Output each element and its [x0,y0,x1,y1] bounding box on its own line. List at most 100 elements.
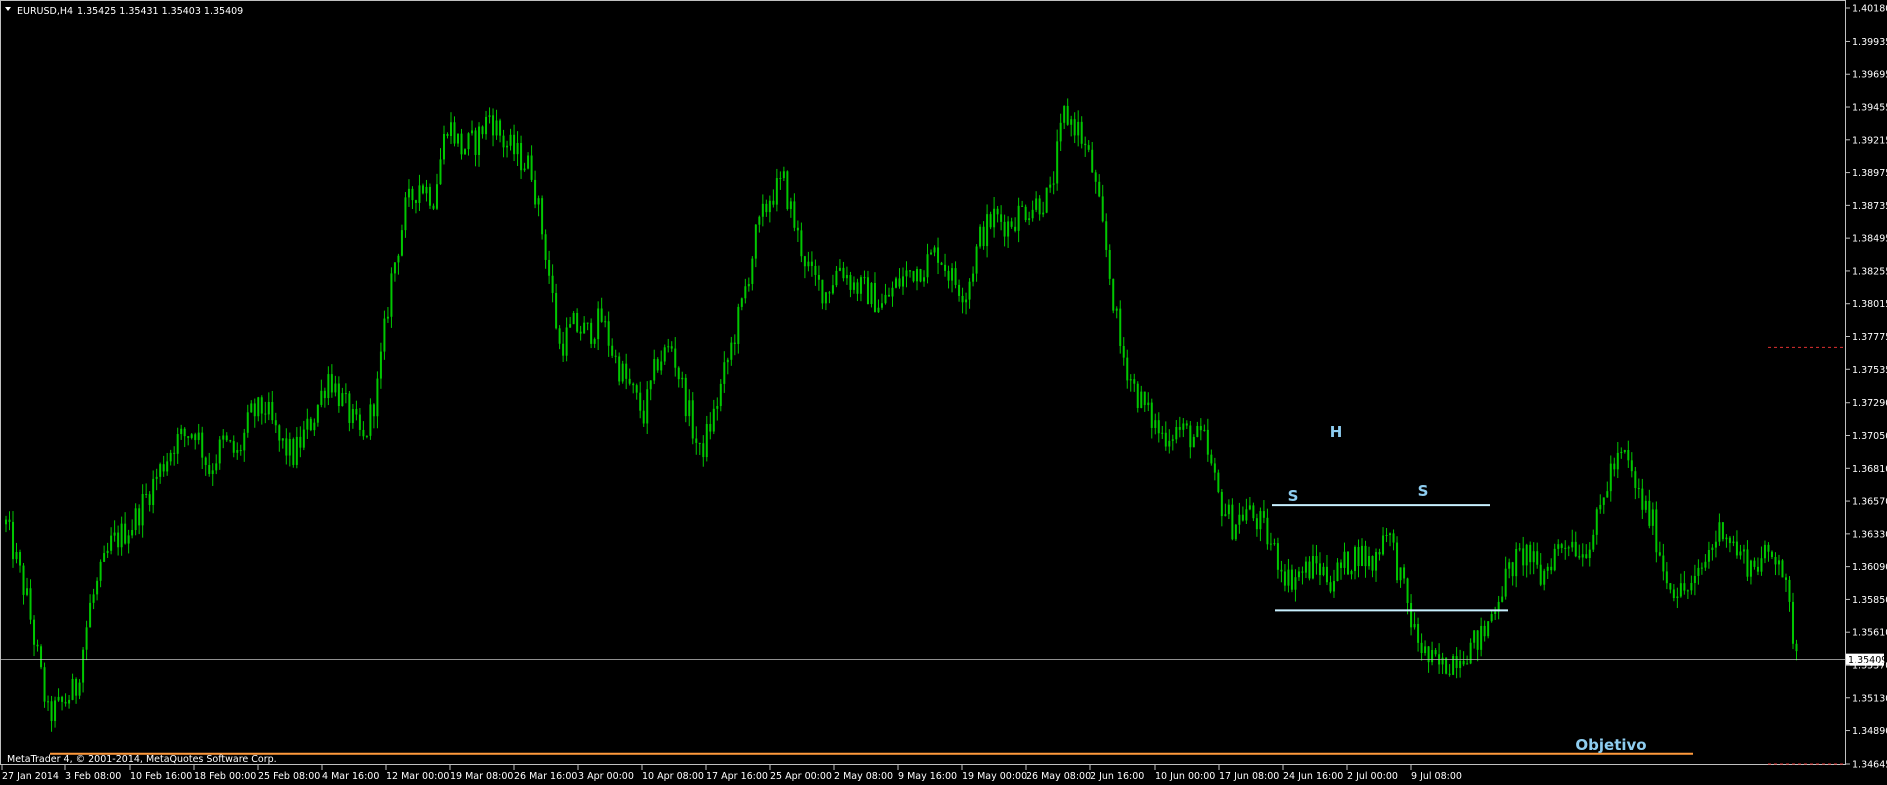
candle-body [1157,420,1160,434]
candle-body [1431,649,1434,663]
candle-body [607,321,610,346]
candle-body [681,377,684,380]
candle-body [208,465,211,474]
candle-body [1066,105,1069,125]
candle-body [138,508,141,526]
candle-body [1448,673,1451,675]
candle-body [719,383,722,407]
candle-body [57,696,60,701]
candle-body [1080,121,1083,144]
candle-body [390,273,393,317]
candle-body [1161,432,1164,434]
x-tick-label: 3 Feb 08:00 [65,771,121,782]
candle-body [337,383,340,407]
candle-body [979,226,982,247]
candle-body [523,168,526,171]
candle-body [471,130,474,134]
candle-body [621,363,624,382]
candle-body [800,230,803,257]
y-tick-label: 1.38255 [1852,266,1887,277]
candle-body [604,321,607,323]
candle-body [313,422,316,431]
candle-body [1077,121,1080,136]
candle-body [155,476,158,479]
x-tick-label: 12 Mar 00:00 [386,771,449,782]
candle-body [61,696,64,702]
candle-body [1522,548,1525,566]
candle-body [1424,646,1427,654]
x-tick-label: 17 Jun 08:00 [1219,771,1279,782]
candle-body [1283,571,1286,586]
candle-body [1038,198,1041,215]
candle-body [877,307,880,313]
candle-body [779,178,782,180]
candle-body [565,327,568,356]
candle-body [1403,567,1406,579]
candle-body [418,185,421,203]
x-tick-label: 10 Apr 08:00 [642,771,704,782]
candle-body [285,438,288,456]
candle-body [894,278,897,288]
candle-body [442,133,445,160]
candle-body [85,627,88,650]
candle-body [972,273,975,282]
candle-body [747,283,750,287]
candle-body [1318,563,1321,576]
candle-body [1529,544,1532,563]
candle-body [1749,560,1752,577]
candle-body [40,646,43,668]
candle-body [1536,551,1539,565]
candle-body [1718,522,1721,542]
candle-body [632,383,635,386]
candle-body [1501,596,1504,602]
candle-body [264,413,267,415]
candle-body [1525,544,1528,566]
candle-body [82,649,85,683]
price-chart[interactable]: 1.35409SHSObjetivo 1.401801.399351.39695… [0,0,1887,785]
candle-body [646,389,649,424]
candle-body [1462,660,1465,665]
candle-body [1781,560,1784,578]
candle-body [1056,141,1059,184]
candle-body [148,494,151,505]
candle-body [1273,543,1276,545]
y-tick-label: 1.35370 [1852,660,1887,671]
candle-body [239,450,242,452]
candle-body [1389,533,1392,536]
candle-body [1259,511,1262,530]
candle-body [1676,596,1679,599]
candle-body [1791,601,1794,644]
candle-body [1725,537,1728,540]
candle-body [835,270,838,286]
candle-body [1392,533,1395,543]
candle-body [1788,579,1791,602]
candle-body [460,133,463,155]
candle-body [1697,567,1700,576]
candle-body [1487,621,1490,637]
candle-body [639,392,642,411]
candle-body [656,359,659,371]
candle-body [355,408,358,415]
candle-body [1564,547,1567,549]
candle-body [551,275,554,293]
candle-body [428,186,431,206]
candle-body [1276,543,1279,570]
candle-body [1315,555,1318,564]
candle-body [1483,625,1486,637]
chart-header: EURUSD,H4 1.35425 1.35431 1.35403 1.3540… [5,6,243,17]
candle-body [1700,567,1703,569]
candle-body [344,393,347,395]
candle-body [1753,560,1756,567]
candle-body [8,519,11,522]
y-tick-label: 1.34890 [1852,726,1887,737]
candle-body [1795,643,1798,652]
candle-body [358,414,361,430]
candle-body [803,256,806,267]
candle-body [845,275,848,279]
candle-body [222,435,225,440]
candle-body [1490,614,1493,622]
candle-body [940,262,943,265]
candle-body [1115,308,1118,311]
candle-body [159,464,162,477]
candle-body [1613,463,1616,470]
